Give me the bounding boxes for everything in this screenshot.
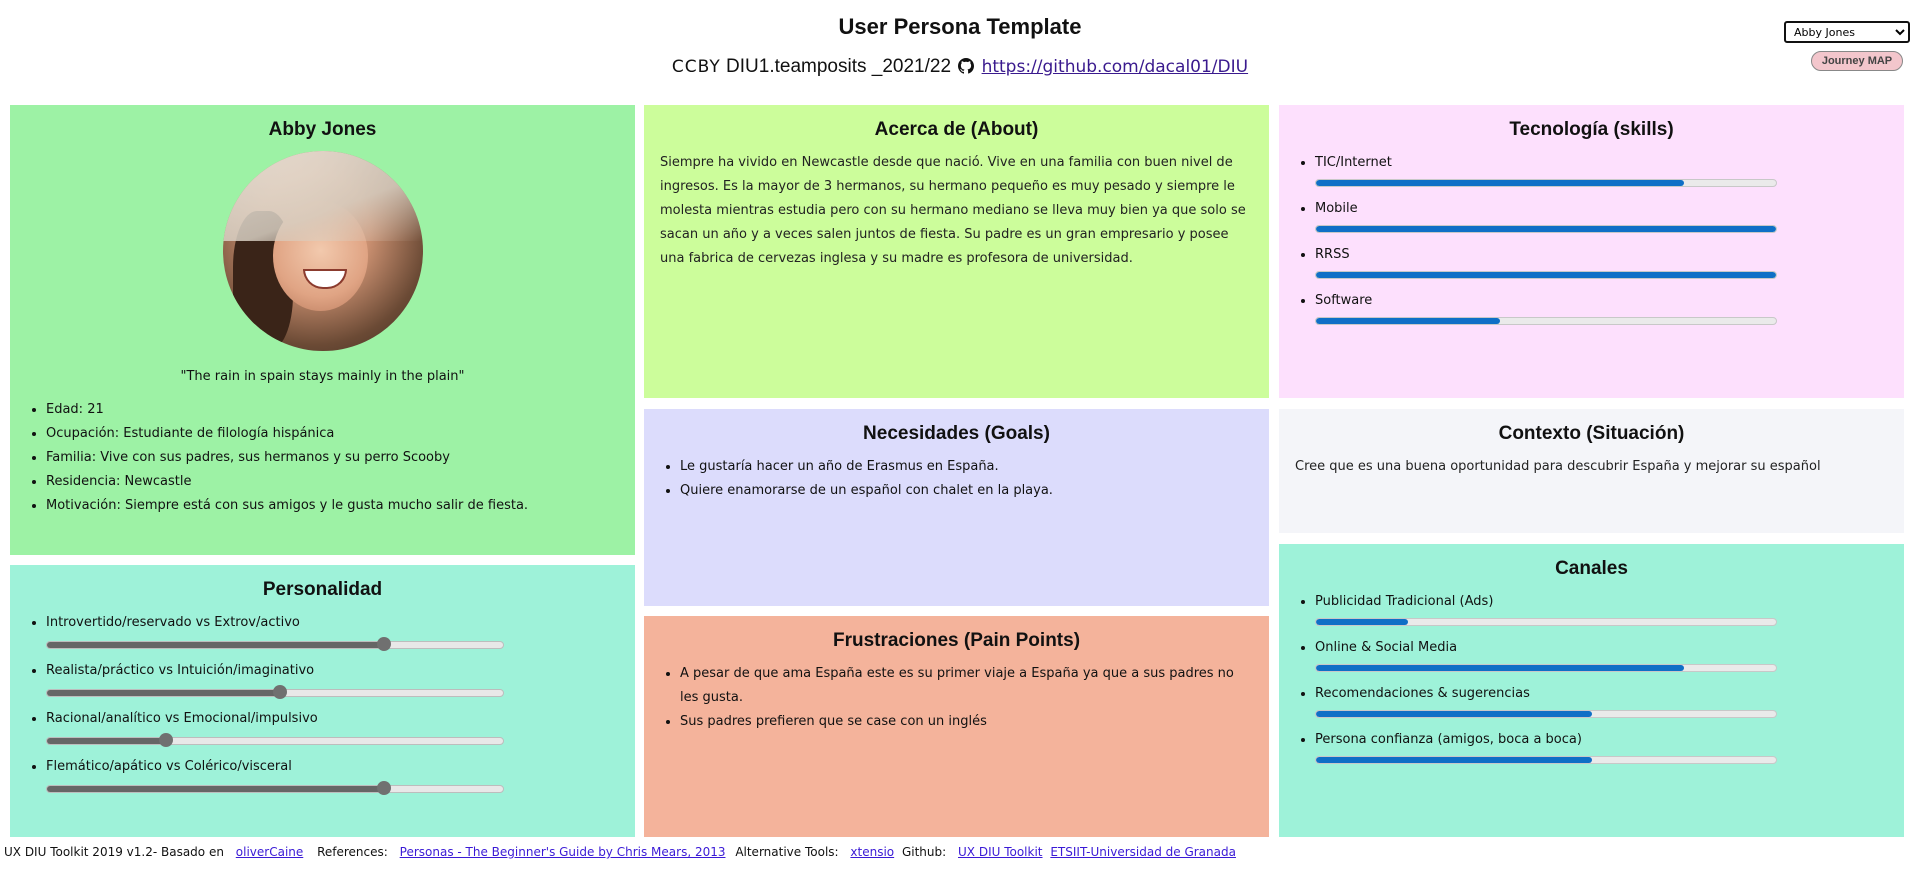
footer-xtensio-link[interactable]: xtensio: [850, 845, 894, 859]
fact-family: Familia: Vive con sus padres, sus herman…: [46, 446, 619, 470]
channel-bar: [1315, 756, 1777, 764]
footer-toolkit-link[interactable]: UX DIU Toolkit: [958, 845, 1043, 859]
persona-quote: "The rain in spain stays mainly in the p…: [180, 369, 465, 384]
context-text: Cree que es una buena oportunidad para d…: [1295, 459, 1821, 474]
channel-bar: [1315, 710, 1777, 718]
context-card: Contexto (Situación) Cree que es una bue…: [1279, 409, 1904, 533]
trait-slider[interactable]: [46, 637, 504, 651]
skill-label: RRSS: [1315, 247, 1350, 262]
pain-item: Sus padres prefieren que se case con un …: [680, 710, 1253, 734]
channel-label: Recomendaciones & sugerencias: [1315, 686, 1530, 701]
goals-card: Necesidades (Goals) Le gustaría hacer un…: [644, 409, 1269, 606]
context-title: Contexto (Situación): [1498, 423, 1685, 444]
about-card: Acerca de (About) Siempre ha vivido en N…: [644, 105, 1269, 398]
skill-label: Software: [1315, 293, 1373, 308]
channel-item: Publicidad Tradicional (Ads): [1315, 590, 1888, 626]
persona-select[interactable]: Abby Jones: [1784, 21, 1910, 43]
footer: UX DIU Toolkit 2019 v1.2- Basado en oliv…: [4, 845, 1236, 859]
about-title: Acerca de (About): [874, 119, 1039, 140]
channels-card: Canales Publicidad Tradicional (Ads) Onl…: [1279, 544, 1904, 837]
trait-label: Realista/práctico vs Intuición/imaginati…: [46, 663, 315, 678]
trait-item: Introvertido/reservado vs Extrov/activo: [46, 611, 619, 651]
skill-bar: [1315, 317, 1777, 325]
fact-residence: Residencia: Newcastle: [46, 470, 619, 494]
channel-bar: [1315, 618, 1777, 626]
persona-name: Abby Jones: [268, 119, 377, 140]
goals-list: Le gustaría hacer un año de Erasmus en E…: [660, 455, 1253, 503]
about-text: Siempre ha vivido en Newcastle desde que…: [660, 155, 1246, 266]
profile-card: Abby Jones "The rain in spain stays main…: [10, 105, 635, 555]
skill-label: Mobile: [1315, 201, 1358, 216]
footer-github-label: Github:: [901, 845, 947, 859]
trait-item: Realista/práctico vs Intuición/imaginati…: [46, 659, 619, 699]
skill-bar: [1315, 225, 1777, 233]
avatar: [222, 151, 423, 351]
journey-map-button[interactable]: Journey MAP: [1811, 51, 1903, 71]
trait-slider[interactable]: [46, 733, 504, 747]
slider-thumb[interactable]: [272, 685, 287, 699]
channel-item: Persona confianza (amigos, boca a boca): [1315, 728, 1888, 764]
skill-bar: [1315, 179, 1777, 187]
goals-title: Necesidades (Goals): [863, 423, 1050, 444]
skill-item: RRSS: [1315, 243, 1888, 279]
footer-toolkit: UX DIU Toolkit 2019 v1.2- Basado en: [4, 845, 224, 859]
goal-item: Le gustaría hacer un año de Erasmus en E…: [680, 455, 1253, 479]
pain-item: A pesar de que ama España este es su pri…: [680, 662, 1253, 710]
trait-item: Flemático/apático vs Colérico/visceral: [46, 755, 619, 795]
pain-list: A pesar de que ama España este es su pri…: [660, 662, 1253, 734]
slider-thumb[interactable]: [158, 733, 173, 747]
trait-slider[interactable]: [46, 781, 504, 795]
profile-facts: Edad: 21 Ocupación: Estudiante de filolo…: [26, 398, 619, 518]
trait-label: Introvertido/reservado vs Extrov/activo: [46, 615, 300, 630]
slider-thumb[interactable]: [377, 637, 392, 651]
fact-motivation: Motivación: Siempre está con sus amigos …: [46, 494, 619, 518]
trait-label: Flemático/apático vs Colérico/visceral: [46, 759, 292, 774]
slider-thumb[interactable]: [377, 781, 392, 795]
goal-item: Quiere enamorarse de un español con chal…: [680, 479, 1253, 503]
channel-label: Publicidad Tradicional (Ads): [1315, 594, 1494, 609]
channel-item: Recomendaciones & sugerencias: [1315, 682, 1888, 718]
pain-title: Frustraciones (Pain Points): [832, 630, 1081, 651]
channel-item: Online & Social Media: [1315, 636, 1888, 672]
footer-alt-label: Alternative Tools:: [735, 845, 839, 859]
skill-bar: [1315, 271, 1777, 279]
personality-list: Introvertido/reservado vs Extrov/activo …: [26, 611, 619, 795]
footer-university-link[interactable]: ETSIIT-Universidad de Granada: [1050, 845, 1236, 859]
channels-title: Canales: [1555, 558, 1628, 579]
trait-slider[interactable]: [46, 685, 504, 699]
trait-item: Racional/analítico vs Emocional/impulsiv…: [46, 707, 619, 747]
footer-oliver-link[interactable]: oliverCaine: [236, 845, 303, 859]
fact-occupation: Ocupación: Estudiante de filología hispá…: [46, 422, 619, 446]
personality-card: Personalidad Introvertido/reservado vs E…: [10, 565, 635, 837]
channels-list: Publicidad Tradicional (Ads) Online & So…: [1295, 590, 1888, 764]
fact-age: Edad: 21: [46, 398, 619, 422]
page-title: User Persona Template: [838, 14, 1082, 39]
skill-label: TIC/Internet: [1315, 155, 1392, 170]
channel-bar: [1315, 664, 1777, 672]
skill-item: Mobile: [1315, 197, 1888, 233]
skills-title: Tecnología (skills): [1509, 119, 1674, 140]
pain-card: Frustraciones (Pain Points) A pesar de q…: [644, 616, 1269, 837]
footer-refs-link[interactable]: Personas - The Beginner's Guide by Chris…: [400, 845, 726, 859]
team-label: DIU1.teamposits _2021/22: [726, 56, 952, 77]
footer-refs-label: References:: [317, 845, 388, 859]
license-label: CCBY: [671, 57, 721, 77]
repo-link[interactable]: https://github.com/dacal01/DIU: [982, 57, 1249, 77]
personality-title: Personalidad: [262, 579, 383, 600]
skills-list: TIC/Internet Mobile RRSS Software: [1295, 151, 1888, 325]
trait-label: Racional/analítico vs Emocional/impulsiv…: [46, 711, 318, 726]
skill-item: Software: [1315, 289, 1888, 325]
skills-card: Tecnología (skills) TIC/Internet Mobile …: [1279, 105, 1904, 398]
skill-item: TIC/Internet: [1315, 151, 1888, 187]
page-subtitle: CCBY DIU1.teamposits _2021/22 https://gi…: [0, 56, 1920, 78]
channel-label: Persona confianza (amigos, boca a boca): [1315, 732, 1582, 747]
github-icon: [958, 58, 975, 74]
channel-label: Online & Social Media: [1315, 640, 1458, 655]
